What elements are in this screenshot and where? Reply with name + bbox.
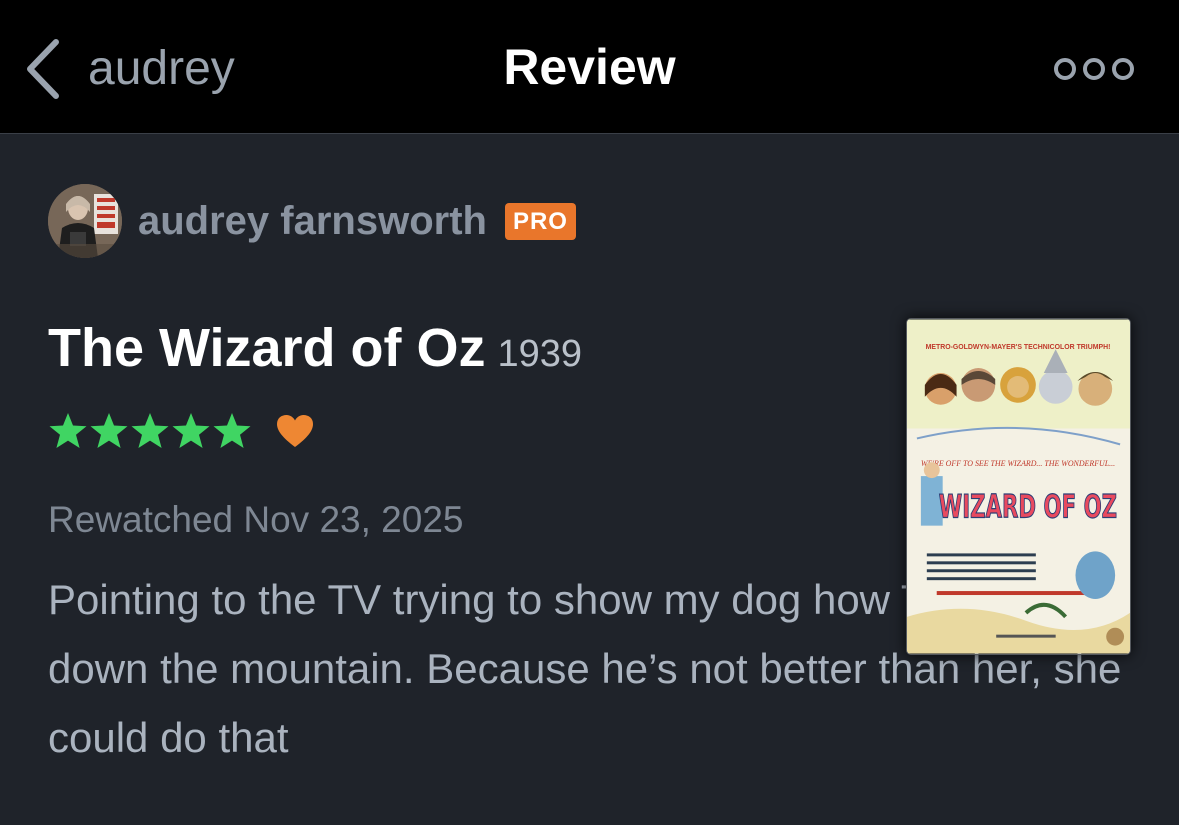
film-title[interactable]: The Wizard of Oz xyxy=(48,321,486,375)
avatar[interactable] xyxy=(48,184,122,258)
top-navigation-bar: audrey Review xyxy=(0,0,1179,134)
star-icon xyxy=(131,413,169,448)
review-author[interactable]: audrey farnsworth PRO xyxy=(48,183,576,259)
page-title: Review xyxy=(503,39,676,95)
poster-tagline: WE'RE OFF TO SEE THE WIZARD... THE WONDE… xyxy=(921,459,1115,468)
heart-icon xyxy=(277,415,313,447)
poster-studio-line: METRO-GOLDWYN-MAYER'S TECHNICOLOR TRIUMP… xyxy=(926,344,1111,351)
rating-row xyxy=(48,411,315,451)
author-name[interactable]: audrey farnsworth xyxy=(138,201,487,241)
film-year[interactable]: 1939 xyxy=(498,335,583,373)
pro-badge: PRO xyxy=(504,202,576,240)
star-icon xyxy=(213,413,251,448)
review-content: audrey farnsworth PRO The Wizard of Oz 1… xyxy=(0,135,1179,825)
more-horizontal-icon[interactable] xyxy=(1052,52,1136,86)
film-poster[interactable]: METRO-GOLDWYN-MAYER'S TECHNICOLOR TRIUMP… xyxy=(906,318,1131,655)
poster-wordmark: WIZARD OF OZ xyxy=(939,490,1117,526)
star-icon xyxy=(90,413,128,448)
watch-date: Rewatched Nov 23, 2025 xyxy=(48,499,464,540)
star-icon xyxy=(49,413,87,448)
star-icon xyxy=(172,413,210,448)
film-heading[interactable]: The Wizard of Oz 1939 xyxy=(48,321,582,375)
